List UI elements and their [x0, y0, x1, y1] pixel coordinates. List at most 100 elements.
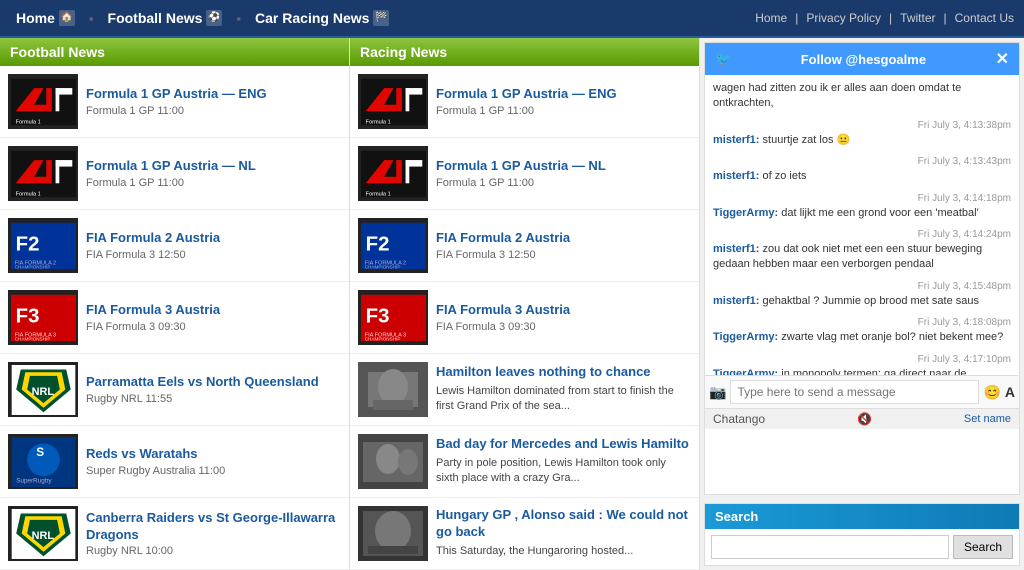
tweet-entry: wagen had zitten zou ik er alles aan doe…: [713, 81, 1011, 112]
volume-icon[interactable]: 🔇: [857, 412, 872, 426]
news-sub: FIA Formula 3 12:50: [86, 249, 341, 261]
text-format-icon[interactable]: A: [1005, 384, 1015, 400]
superrugby-logo-thumb: S SuperRugby: [8, 434, 78, 489]
svg-text:SuperRugby: SuperRugby: [16, 477, 52, 484]
twitter-close-button[interactable]: ✕: [996, 49, 1009, 69]
tweet-text: TiggerArmy: dat lijkt me een grond voor …: [713, 206, 1011, 221]
svg-text:NRL: NRL: [31, 386, 54, 398]
tweet-user: misterf1:: [713, 170, 759, 182]
photo-thumb-3: [358, 506, 428, 561]
right-sidebar: 🐦 Follow @hesgoalme ✕ wagen had zitten z…: [700, 38, 1024, 570]
f1-logo-thumb: Formula 1: [8, 74, 78, 129]
search-input[interactable]: [711, 535, 949, 559]
f3-logo-thumb: F3 FIA FORMULA 3 CHAMPIONSHIP: [8, 290, 78, 345]
nav-separator-2: ▪: [236, 11, 241, 26]
news-title[interactable]: FIA Formula 2 Austria: [86, 230, 220, 245]
news-title[interactable]: Bad day for Mercedes and Lewis Hamilto: [436, 436, 689, 451]
news-text: FIA Formula 2 Austria FIA Formula 3 12:5…: [436, 230, 691, 261]
home-icon: 🏠: [59, 10, 75, 26]
svg-text:Formula 1: Formula 1: [365, 119, 390, 125]
list-item[interactable]: Formula 1 Formula 1 GP Austria — NL Form…: [0, 138, 349, 210]
photo-thumb-2: [358, 434, 428, 489]
set-name-button[interactable]: Set name: [964, 413, 1011, 425]
twitter-header: 🐦 Follow @hesgoalme ✕: [705, 43, 1019, 75]
news-title[interactable]: Formula 1 GP Austria — ENG: [86, 86, 267, 101]
nav-football-news[interactable]: Football News ⚽: [102, 6, 229, 30]
svg-text:S: S: [36, 445, 44, 459]
list-item[interactable]: NRL Canberra Raiders vs St George-Illawa…: [0, 498, 349, 570]
tweet-entry: Fri July 3, 4:14:24pm misterf1: zou dat …: [713, 229, 1011, 273]
list-item[interactable]: Bad day for Mercedes and Lewis Hamilto P…: [350, 426, 699, 498]
tweet-entry: Fri July 3, 4:18:08pm TiggerArmy: zwarte…: [713, 317, 1011, 345]
news-text: Formula 1 GP Austria — NL Formula 1 GP 1…: [436, 158, 691, 189]
list-item[interactable]: F3 FIA FORMULA 3 CHAMPIONSHIP FIA Formul…: [0, 282, 349, 354]
news-title[interactable]: Parramatta Eels vs North Queensland: [86, 374, 319, 389]
svg-text:F3: F3: [15, 305, 39, 327]
tweet-time: Fri July 3, 4:14:18pm: [713, 193, 1011, 204]
list-item[interactable]: F3 FIA FORMULA 3 CHAMPIONSHIP FIA Formul…: [350, 282, 699, 354]
nav-right-home[interactable]: Home: [755, 11, 787, 25]
list-item[interactable]: NRL Parramatta Eels vs North Queensland …: [0, 354, 349, 426]
f2-logo-thumb: F2 FIA FORMULA 2 CHAMPIONSHIP: [8, 218, 78, 273]
list-item[interactable]: S SuperRugby Reds vs Waratahs Super Rugb…: [0, 426, 349, 498]
news-text: Formula 1 GP Austria — ENG Formula 1 GP …: [436, 86, 691, 117]
news-title[interactable]: Formula 1 GP Austria — NL: [86, 158, 256, 173]
news-title[interactable]: FIA Formula 3 Austria: [86, 302, 220, 317]
nav-car-racing-news[interactable]: Car Racing News 🏁: [249, 6, 395, 30]
nav-home[interactable]: Home 🏠: [10, 6, 81, 30]
news-title[interactable]: Hungary GP , Alonso said : We could not …: [436, 507, 688, 539]
football-news-label: Football News: [108, 10, 203, 26]
news-sub: FIA Formula 3 09:30: [86, 321, 341, 333]
nav-twitter[interactable]: Twitter: [900, 11, 935, 25]
tweet-text: misterf1: gehaktbal ? Jummie op brood me…: [713, 294, 1011, 309]
emoji-icon[interactable]: 😊: [983, 384, 1000, 401]
news-text: FIA Formula 3 Austria FIA Formula 3 09:3…: [86, 302, 341, 333]
list-item[interactable]: F2 FIA FORMULA 2 CHAMPIONSHIP FIA Formul…: [350, 210, 699, 282]
news-text: Parramatta Eels vs North Queensland Rugb…: [86, 374, 341, 405]
racing-news-column: Racing News Formula 1 Formula 1 GP Austr…: [350, 38, 700, 570]
search-button[interactable]: Search: [953, 535, 1013, 559]
news-text: Formula 1 GP Austria — NL Formula 1 GP 1…: [86, 158, 341, 189]
nav-contact-us[interactable]: Contact Us: [955, 11, 1014, 25]
news-title[interactable]: Reds vs Waratahs: [86, 446, 198, 461]
photo-thumb: [358, 362, 428, 417]
tweet-text: misterf1: zou dat ook niet met een een s…: [713, 242, 1011, 273]
list-item[interactable]: Hamilton leaves nothing to chance Lewis …: [350, 354, 699, 426]
football-news-header: Football News: [0, 38, 349, 66]
news-title[interactable]: Formula 1 GP Austria — NL: [436, 158, 606, 173]
f3-logo-thumb: F3 FIA FORMULA 3 CHAMPIONSHIP: [358, 290, 428, 345]
news-title[interactable]: Formula 1 GP Austria — ENG: [436, 86, 617, 101]
svg-text:CHAMPIONSHIP: CHAMPIONSHIP: [364, 264, 400, 269]
list-item[interactable]: Hungary GP , Alonso said : We could not …: [350, 498, 699, 570]
nav-privacy-policy[interactable]: Privacy Policy: [806, 11, 881, 25]
chat-input[interactable]: [730, 380, 979, 404]
tweet-entry: Fri July 3, 4:17:10pm TiggerArmy: in mon…: [713, 354, 1011, 375]
list-item[interactable]: Formula 1 Formula 1 GP Austria — ENG For…: [0, 66, 349, 138]
tweet-user: misterf1:: [713, 243, 759, 255]
news-title[interactable]: FIA Formula 3 Austria: [436, 302, 570, 317]
search-widget: Search Search: [704, 503, 1020, 566]
tweet-time: Fri July 3, 4:15:48pm: [713, 281, 1011, 292]
racing-icon: 🏁: [373, 10, 389, 26]
news-title[interactable]: Canberra Raiders vs St George-Illawarra …: [86, 510, 335, 542]
camera-icon: 📷: [709, 384, 726, 401]
news-sub: Formula 1 GP 11:00: [436, 177, 691, 189]
news-title[interactable]: FIA Formula 2 Austria: [436, 230, 570, 245]
tweet-user: misterf1:: [713, 295, 759, 307]
svg-text:CHAMPIONSHIP: CHAMPIONSHIP: [364, 336, 400, 341]
news-text: Bad day for Mercedes and Lewis Hamilto P…: [436, 436, 691, 487]
tweet-time: Fri July 3, 4:18:08pm: [713, 317, 1011, 328]
svg-text:F2: F2: [365, 233, 389, 255]
news-text: FIA Formula 2 Austria FIA Formula 3 12:5…: [86, 230, 341, 261]
svg-text:F3: F3: [365, 305, 389, 327]
news-sub: Formula 1 GP 11:00: [86, 105, 341, 117]
list-item[interactable]: Formula 1 Formula 1 GP Austria — ENG For…: [350, 66, 699, 138]
home-label: Home: [16, 10, 55, 26]
tweet-user: TiggerArmy:: [713, 207, 778, 219]
news-title[interactable]: Hamilton leaves nothing to chance: [436, 364, 651, 379]
news-text: Hamilton leaves nothing to chance Lewis …: [436, 364, 691, 415]
list-item[interactable]: F2 FIA FORMULA 2 CHAMPIONSHIP FIA Formul…: [0, 210, 349, 282]
list-item[interactable]: Formula 1 Formula 1 GP Austria — NL Form…: [350, 138, 699, 210]
news-sub: Rugby NRL 11:55: [86, 393, 341, 405]
main-container: Football News Formula 1 Formula 1 GP Aus…: [0, 38, 1024, 570]
